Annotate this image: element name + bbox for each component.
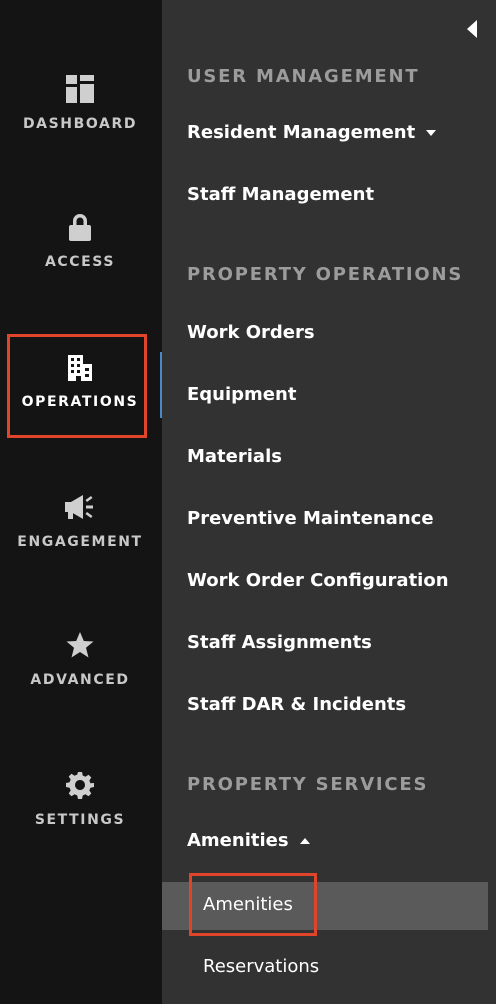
rail-item-dashboard[interactable]: DASHBOARD [0, 74, 160, 132]
star-icon [66, 632, 94, 658]
rail-item-label: ADVANCED [30, 672, 130, 688]
menu-item-equipment[interactable]: Equipment [187, 384, 296, 405]
caret-down-icon [426, 129, 437, 136]
rail-item-label: SETTINGS [34, 812, 126, 828]
rail-item-label: DASHBOARD [22, 116, 138, 132]
rail-item-settings[interactable]: SETTINGS [0, 770, 160, 828]
operations-highlight-box [7, 334, 147, 438]
gear-icon [66, 772, 94, 799]
menu-item-amenities-group[interactable]: Amenities [187, 830, 311, 851]
menu-item-work-order-configuration[interactable]: Work Order Configuration [187, 570, 449, 591]
dashboard-icon [66, 75, 94, 103]
rail-item-access[interactable]: ACCESS [0, 212, 160, 270]
menu-item-label: Resident Management [187, 122, 416, 143]
rail-item-engagement[interactable]: ENGAGEMENT [0, 492, 160, 550]
lock-icon [69, 214, 91, 241]
menu-item-label: Amenities [187, 830, 289, 851]
section-header-property-services: PROPERTY SERVICES [187, 774, 429, 795]
section-header-property-operations: PROPERTY OPERATIONS [187, 264, 464, 285]
chevron-left-icon [467, 20, 477, 38]
menu-item-staff-management[interactable]: Staff Management [187, 184, 374, 205]
submenu-item-reservations[interactable]: Reservations [203, 956, 319, 977]
icon-rail: DASHBOARD ACCESS OPERATIONS ENGAGEMENT A… [0, 0, 162, 1004]
megaphone-icon [65, 495, 93, 519]
section-header-user-management: USER MANAGEMENT [187, 66, 420, 87]
amenities-highlight-box [189, 873, 317, 936]
menu-item-preventive-maintenance[interactable]: Preventive Maintenance [187, 508, 434, 529]
rail-item-label: ACCESS [44, 254, 116, 270]
menu-item-resident-management[interactable]: Resident Management [187, 122, 437, 143]
rail-item-label: ENGAGEMENT [17, 534, 143, 550]
rail-item-advanced[interactable]: ADVANCED [0, 630, 160, 688]
collapse-panel-button[interactable] [462, 18, 482, 40]
caret-up-icon [299, 837, 310, 844]
menu-panel: USER MANAGEMENT Resident Management Staf… [162, 0, 496, 1004]
menu-item-materials[interactable]: Materials [187, 446, 282, 467]
menu-item-staff-assignments[interactable]: Staff Assignments [187, 632, 372, 653]
menu-item-work-orders[interactable]: Work Orders [187, 322, 315, 343]
menu-item-staff-dar-incidents[interactable]: Staff DAR & Incidents [187, 694, 406, 715]
